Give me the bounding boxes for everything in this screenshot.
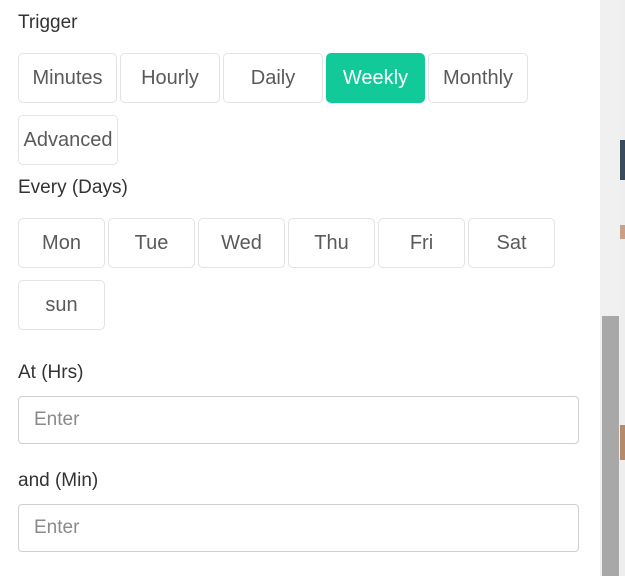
day-option-tue[interactable]: Tue (108, 218, 195, 268)
day-option-mon[interactable]: Mon (18, 218, 105, 268)
at-hrs-input[interactable] (18, 396, 579, 444)
day-option-wed[interactable]: Wed (198, 218, 285, 268)
trigger-option-minutes[interactable]: Minutes (18, 53, 117, 103)
and-min-input[interactable] (18, 504, 579, 552)
day-option-fri[interactable]: Fri (378, 218, 465, 268)
day-option-sat[interactable]: Sat (468, 218, 555, 268)
background-edge-warm (620, 225, 625, 239)
trigger-option-monthly[interactable]: Monthly (428, 53, 528, 103)
and-min-label: and (Min) (18, 470, 99, 491)
day-option-sun[interactable]: sun (18, 280, 105, 330)
trigger-option-weekly[interactable]: Weekly (326, 53, 425, 103)
trigger-label: Trigger (18, 12, 78, 33)
trigger-option-advanced[interactable]: Advanced (18, 115, 118, 165)
schedule-form: Trigger Minutes Hourly Daily Weekly Mont… (0, 0, 600, 576)
background-edge (620, 0, 625, 576)
trigger-option-daily[interactable]: Daily (223, 53, 323, 103)
trigger-option-hourly[interactable]: Hourly (120, 53, 220, 103)
scrollbar-thumb[interactable] (602, 316, 619, 576)
day-option-thu[interactable]: Thu (288, 218, 375, 268)
at-hrs-label: At (Hrs) (18, 362, 84, 383)
background-edge-brown (620, 425, 625, 460)
background-edge-dark (620, 140, 625, 180)
every-days-label: Every (Days) (18, 177, 128, 198)
